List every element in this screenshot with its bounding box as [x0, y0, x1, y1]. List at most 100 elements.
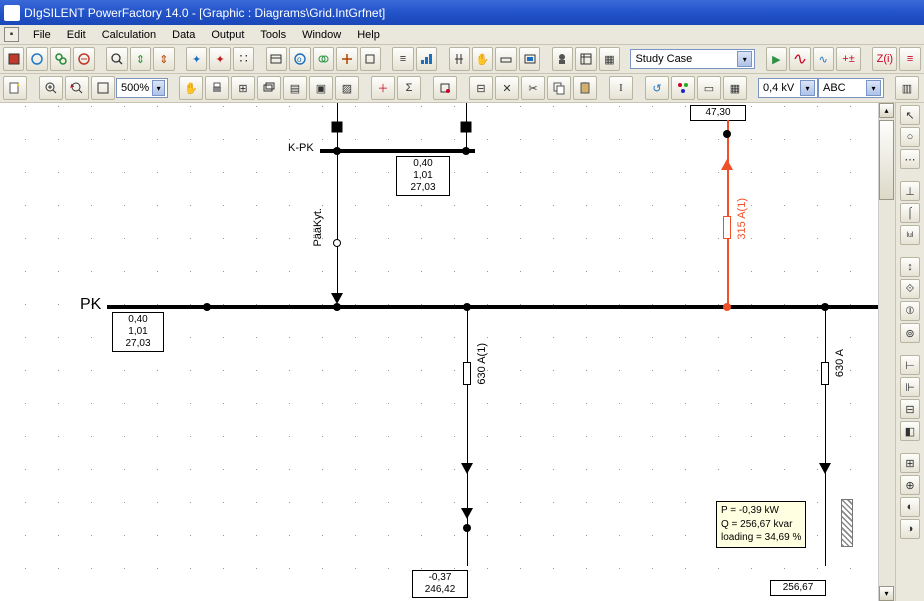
toolbar-btn-19[interactable]: ✋ [472, 47, 493, 71]
palette-icon[interactable] [671, 76, 695, 100]
zoom-combo[interactable]: 500% ▾ [116, 78, 168, 98]
rt-btn-8[interactable]: ⟐ [900, 279, 920, 299]
toolbar2-btn-e[interactable]: ▭ [697, 76, 721, 100]
toolbar-btn-20[interactable] [495, 47, 516, 71]
rt-btn-3[interactable]: ⋯ [900, 149, 920, 169]
menu-window[interactable]: Window [294, 27, 349, 43]
toolbar-btn-3[interactable] [50, 47, 71, 71]
scroll-up-icon[interactable]: ▴ [879, 103, 894, 118]
voltage-combo[interactable]: 0,4 kV ▾ [758, 78, 818, 98]
toolbar-btn-11[interactable] [266, 47, 287, 71]
toolbar-btn-18[interactable] [449, 47, 470, 71]
toolbar-btn-15[interactable] [360, 47, 381, 71]
toolbar2-btn-last[interactable]: ▥ [895, 76, 919, 100]
result-box-top[interactable]: 47,30 [690, 105, 746, 121]
switch-block[interactable] [332, 122, 343, 133]
rt-btn-14[interactable]: ◧ [900, 421, 920, 441]
fuse-icon[interactable] [821, 362, 829, 385]
zoom-fit-icon[interactable] [91, 76, 115, 100]
toolbar-btn-2[interactable] [26, 47, 47, 71]
scroll-down-icon[interactable]: ▾ [879, 586, 894, 601]
toolbar-btn-29[interactable]: ≡ [899, 47, 920, 71]
rt-btn-12[interactable]: ⊩ [900, 377, 920, 397]
copy-icon[interactable] [547, 76, 571, 100]
rt-btn-11[interactable]: ⊢ [900, 355, 920, 375]
toolbar-btn-1[interactable] [3, 47, 24, 71]
scroll-thumb[interactable] [879, 120, 894, 200]
toolbar-btn-13[interactable] [313, 47, 334, 71]
toolbar-btn-26[interactable] [789, 47, 810, 71]
toolbar-btn-7[interactable]: ⇕ [153, 47, 174, 71]
busbar-label-kpk[interactable]: K-PK [288, 142, 314, 154]
line-315a[interactable] [727, 120, 729, 304]
mdi-doc-icon[interactable]: ▪ [4, 27, 19, 42]
toolbar-btn-6[interactable]: ⇕ [130, 47, 151, 71]
zoom-back-icon[interactable] [65, 76, 89, 100]
rt-btn-2[interactable]: ○ [900, 127, 920, 147]
result-box-kpk[interactable]: 0,40 1,01 27,03 [396, 156, 450, 196]
toolbar-btn-8[interactable]: ✦ [186, 47, 207, 71]
switch-block[interactable] [461, 122, 472, 133]
toolbar-btn-28[interactable]: +± [836, 47, 861, 71]
rt-btn-4[interactable]: ⊥ [900, 181, 920, 201]
align-icon[interactable]: ▤ [283, 76, 307, 100]
phases-combo[interactable]: ABC ▾ [818, 78, 884, 98]
new-diagram-icon[interactable] [3, 76, 27, 100]
toolbar-btn-16[interactable]: ≡ [392, 47, 413, 71]
toolbar2-btn-c[interactable] [433, 76, 457, 100]
menu-calculation[interactable]: Calculation [94, 27, 164, 43]
node[interactable] [723, 130, 731, 138]
line-630a[interactable] [825, 309, 826, 566]
toolbar-btn-9[interactable]: ✦ [209, 47, 230, 71]
crosshair-icon[interactable]: ＋ [371, 76, 395, 100]
toolbar2-btn-f[interactable]: ▦ [723, 76, 747, 100]
rt-btn-16[interactable]: ⊕ [900, 475, 920, 495]
result-box-botright[interactable]: 256,67 [770, 580, 826, 596]
paste-icon[interactable] [573, 76, 597, 100]
rt-btn-13[interactable]: ⊟ [900, 399, 920, 419]
toolbar-btn-23[interactable] [575, 47, 596, 71]
busbar-label-pk[interactable]: PK [80, 296, 101, 314]
rt-btn-5[interactable]: ⌠ [900, 203, 920, 223]
fuse-icon[interactable] [723, 216, 731, 239]
rt-btn-6[interactable]: lul [900, 225, 920, 245]
rt-btn-18[interactable]: ◑ [900, 519, 920, 539]
rt-btn-10[interactable]: ⊚ [900, 323, 920, 343]
rt-btn-15[interactable]: ⊞ [900, 453, 920, 473]
toolbar2-btn-a[interactable]: ▣ [309, 76, 333, 100]
toolbar-btn-21[interactable] [519, 47, 540, 71]
menu-edit[interactable]: Edit [59, 27, 94, 43]
menu-data[interactable]: Data [164, 27, 203, 43]
toolbar-btn-24[interactable]: ▦ [599, 47, 620, 71]
search-icon[interactable] [106, 47, 127, 71]
busbar-pk[interactable] [107, 305, 879, 309]
pan-icon[interactable]: ✋ [179, 76, 203, 100]
toolbar-btn-12[interactable]: o [289, 47, 310, 71]
cursor-icon[interactable]: ↖ [900, 105, 920, 125]
study-case-combo[interactable]: Study Case ▾ [630, 49, 755, 69]
fuse-label-315[interactable]: 315 A(1) [736, 198, 748, 240]
zoom-in-icon[interactable] [39, 76, 63, 100]
toolbar2-btn-b[interactable]: ▨ [335, 76, 359, 100]
toolbar-btn-4[interactable] [73, 47, 94, 71]
toolbar-btn-17[interactable] [416, 47, 437, 71]
toolbar2-btn-d[interactable]: ⊟ [469, 76, 493, 100]
toolbar-btn-22[interactable] [552, 47, 573, 71]
toolbar-btn-14[interactable] [336, 47, 357, 71]
menu-file[interactable]: File [25, 27, 59, 43]
cut-icon[interactable]: ✂ [521, 76, 545, 100]
vertical-scrollbar[interactable]: ▴ ▾ [878, 103, 895, 601]
busbar-kpk[interactable] [320, 149, 475, 153]
menu-help[interactable]: Help [349, 27, 388, 43]
layers-icon[interactable] [257, 76, 281, 100]
print-icon[interactable] [205, 76, 229, 100]
node[interactable] [333, 303, 341, 311]
result-box-botleft[interactable]: -0,37 246,42 [412, 570, 468, 598]
text-cursor-icon[interactable]: I [609, 76, 633, 100]
rt-btn-17[interactable]: ◐ [900, 497, 920, 517]
toolbar-btn-zi[interactable]: Z(i) [872, 47, 897, 71]
node[interactable] [203, 303, 211, 311]
node[interactable] [463, 524, 471, 532]
grid-icon[interactable]: ⊞ [231, 76, 255, 100]
result-box-pk[interactable]: 0,40 1,01 27,03 [112, 312, 164, 352]
